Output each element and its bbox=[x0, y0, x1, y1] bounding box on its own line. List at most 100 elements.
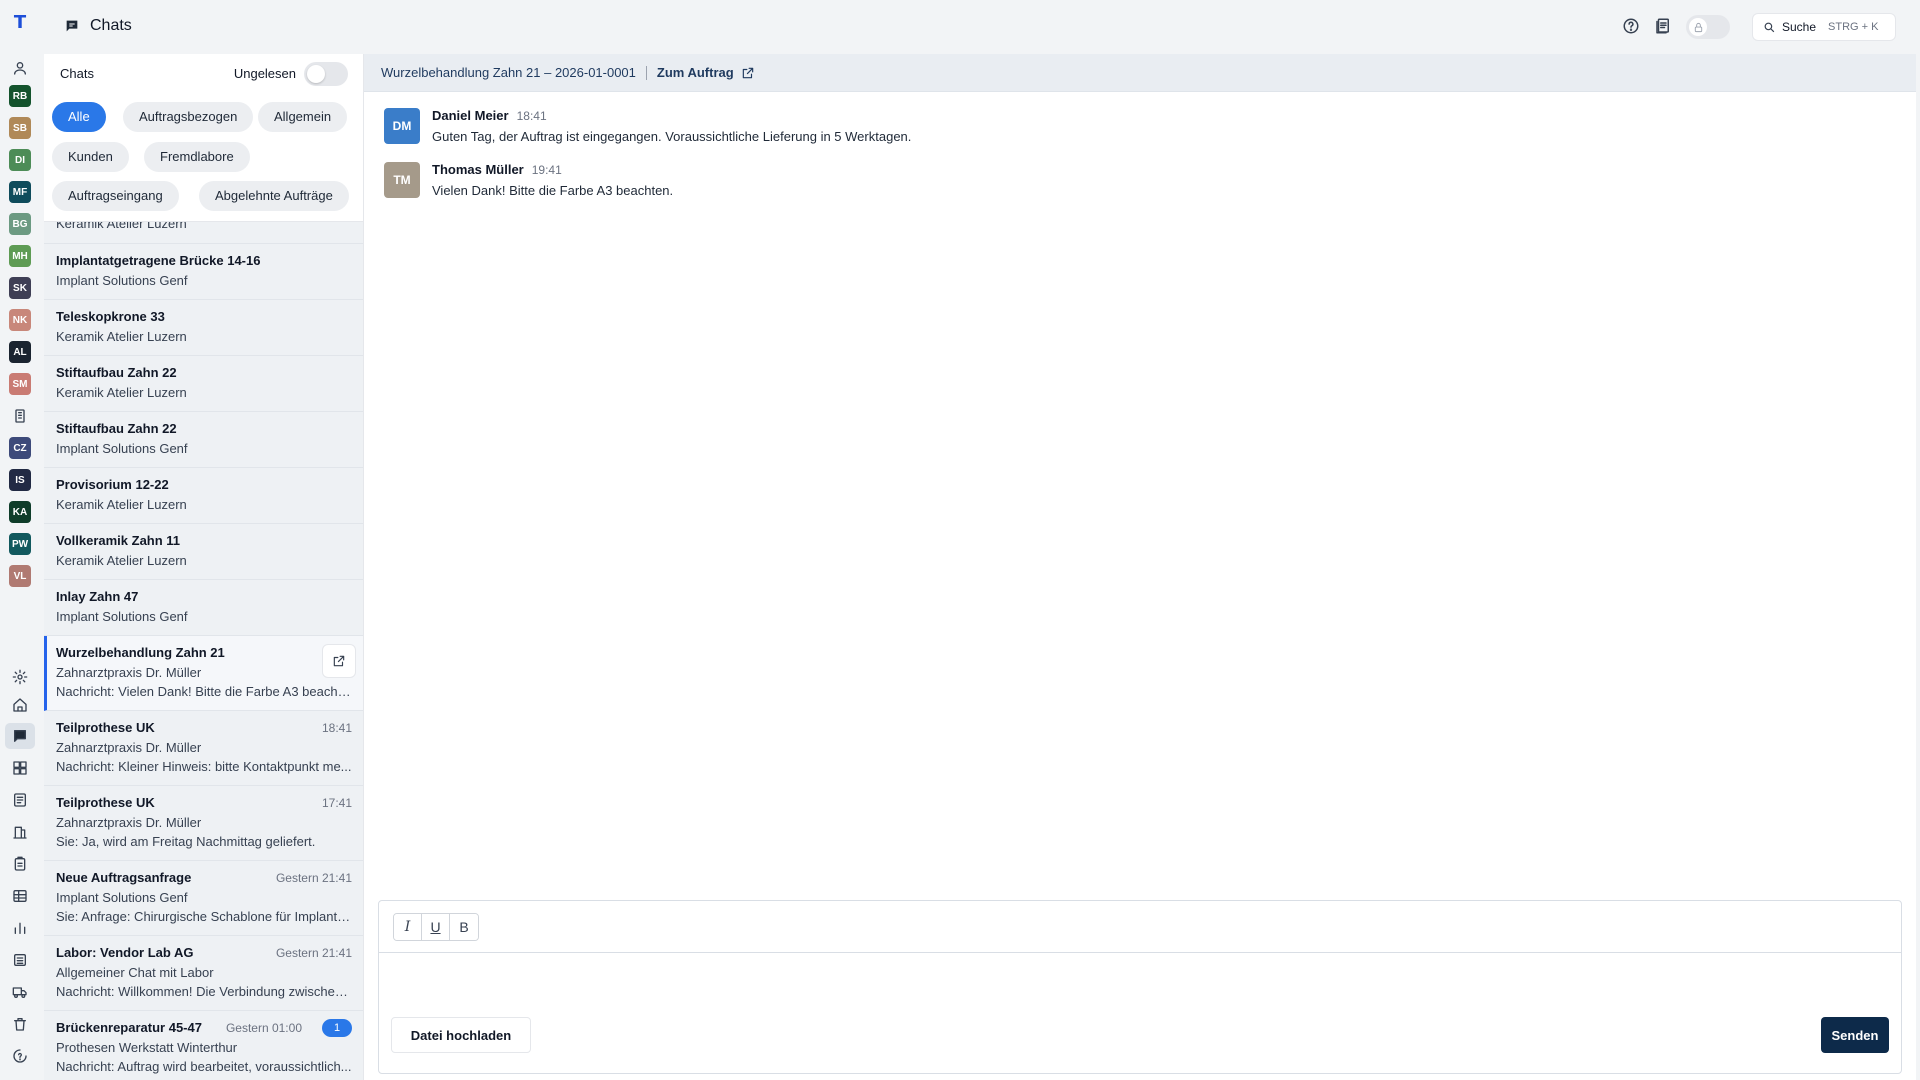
search-icon bbox=[1764, 22, 1775, 32]
avatar: TM bbox=[384, 162, 420, 198]
filter-chip-kunden[interactable]: Kunden bbox=[52, 142, 129, 172]
open-external-button[interactable] bbox=[322, 644, 356, 678]
chat-item-subtitle: Implant Solutions Genf bbox=[56, 890, 188, 905]
rail-avatar[interactable]: IS bbox=[9, 469, 31, 491]
message-composer: I U B Datei hochladen Senden bbox=[378, 900, 1902, 1074]
chat-list-simple: Implantatgetragene Brücke 14-16 Implant S… bbox=[44, 244, 363, 636]
rail-avatar[interactable]: SK bbox=[9, 277, 31, 299]
chats-nav-icon[interactable] bbox=[5, 723, 35, 749]
rail-avatar[interactable]: KA bbox=[9, 501, 31, 523]
rail-avatar[interactable]: DI bbox=[9, 149, 31, 171]
rail-avatar[interactable]: VL bbox=[9, 565, 31, 587]
chat-list-item[interactable]: Stiftaufbau Zahn 22 Keramik Atelier Luzer… bbox=[44, 356, 363, 412]
upload-file-button[interactable]: Datei hochladen bbox=[391, 1017, 531, 1053]
rail-avatar[interactable]: PW bbox=[9, 533, 31, 555]
building-icon[interactable] bbox=[9, 821, 31, 843]
help-circle-icon[interactable] bbox=[1622, 17, 1640, 38]
search-label: Suche bbox=[1782, 20, 1817, 34]
bold-button[interactable]: B bbox=[450, 914, 478, 940]
chat-item-time: Gestern 21:41 bbox=[275, 871, 352, 885]
header-actions: Suche STRG + K bbox=[1622, 13, 1896, 41]
chat-list-panel: Chats Ungelesen Alle Auftragsbezogen All… bbox=[44, 54, 364, 1080]
user-icon[interactable] bbox=[9, 57, 31, 79]
unread-toggle[interactable] bbox=[304, 62, 348, 86]
chat-list-item[interactable]: Teleskopkrone 33 Keramik Atelier Luzern bbox=[44, 300, 363, 356]
rail-avatar[interactable]: RB bbox=[9, 85, 31, 107]
message-time: 19:41 bbox=[531, 163, 562, 177]
rail-avatar[interactable]: SM bbox=[9, 373, 31, 395]
rail-avatar[interactable]: CZ bbox=[9, 437, 31, 459]
rail-avatar[interactable]: NK bbox=[9, 309, 31, 331]
chat-item-subtitle: Keramik Atelier Luzern bbox=[56, 553, 187, 568]
rail-avatar[interactable]: MH bbox=[9, 245, 31, 267]
chat-item-subtitle: Keramik Atelier Luzern bbox=[56, 222, 187, 231]
chat-list-item[interactable]: Teilprothese UK Zahnarztpraxis Dr. Müller… bbox=[44, 711, 363, 786]
order-link[interactable]: Zum Auftrag bbox=[657, 65, 755, 80]
table-icon[interactable] bbox=[9, 885, 31, 907]
chat-bubble-icon bbox=[66, 20, 78, 32]
rail-avatar[interactable]: MF bbox=[9, 181, 31, 203]
chat-list-item-selected[interactable]: Wurzelbehandlung Zahn 21 Zahnarztpraxis … bbox=[44, 636, 363, 711]
chat-list-item[interactable]: Brückenreparatur 45-47 Prothesen Werkstat… bbox=[44, 1011, 363, 1080]
lock-toggle[interactable] bbox=[1686, 15, 1730, 39]
settings-icon[interactable] bbox=[9, 666, 31, 688]
chat-list-item[interactable]: Stiftaufbau Zahn 22 Implant Solutions Gen… bbox=[44, 412, 363, 468]
list-icon[interactable] bbox=[9, 949, 31, 971]
chat-item-preview: Nachricht: Kleiner Hinweis: bitte Kontak… bbox=[56, 759, 352, 774]
chat-list-item[interactable]: Vollkeramik Zahn 11 Keramik Atelier Luzer… bbox=[44, 524, 363, 580]
chat-list-item[interactable]: Implantatgetragene Brücke 14-16 Implant S… bbox=[44, 244, 363, 300]
chat-item-time: 17:41 bbox=[321, 796, 352, 810]
app-logo[interactable]: T bbox=[10, 12, 30, 34]
rail-avatar[interactable]: AL bbox=[9, 341, 31, 363]
chat-list-item[interactable]: Inlay Zahn 47 Implant Solutions Genf bbox=[44, 580, 363, 636]
orders-icon[interactable] bbox=[9, 789, 31, 811]
chat-item-preview: Nachricht: Vielen Dank! Bitte die Farbe … bbox=[56, 684, 352, 699]
chat-item-subtitle: Implant Solutions Genf bbox=[56, 609, 188, 624]
chat-list-item[interactable]: Neue Auftragsanfrage Implant Solutions Ge… bbox=[44, 861, 363, 936]
help-icon[interactable] bbox=[9, 1045, 31, 1067]
message-time: 18:41 bbox=[516, 109, 547, 123]
filter-chip-auftragseingang[interactable]: Auftragseingang bbox=[52, 181, 179, 211]
unread-label: Ungelesen bbox=[233, 66, 296, 81]
chat-list-item[interactable]: Labor: Vendor Lab AG Allgemeiner Chat mit… bbox=[44, 936, 363, 1011]
chat-item-subtitle: Keramik Atelier Luzern bbox=[56, 329, 187, 344]
trash-icon[interactable] bbox=[9, 1013, 31, 1035]
chat-list-item[interactable]: Provisorium 12-22 Keramik Atelier Luzern bbox=[44, 468, 363, 524]
filter-chip-abgelehnte[interactable]: Abgelehnte Aufträge bbox=[199, 181, 349, 211]
chat-item-subtitle: Implant Solutions Genf bbox=[56, 273, 188, 288]
dashboard-icon[interactable] bbox=[9, 757, 31, 779]
chat-item-subtitle: Prothesen Werkstatt Winterthur bbox=[56, 1040, 238, 1055]
italic-button[interactable]: I bbox=[394, 914, 422, 940]
chart-icon[interactable] bbox=[9, 917, 31, 939]
chat-item-subtitle: Zahnarztpraxis Dr. Müller bbox=[56, 740, 202, 755]
clipboard-icon[interactable] bbox=[9, 853, 31, 875]
left-rail: T RB SB DI MF BG MH SK NK AL SM CZ IS KA PW VL bbox=[0, 0, 40, 1080]
message-author: Thomas Müller bbox=[432, 162, 524, 177]
message-text: Vielen Dank! Bitte die Farbe A3 beachten… bbox=[432, 183, 674, 198]
header-divider bbox=[645, 65, 647, 80]
page-title-wrap: Chats bbox=[64, 17, 132, 35]
rail-avatar[interactable]: SB bbox=[9, 117, 31, 139]
lock-toggle-knob bbox=[1689, 18, 1707, 36]
clinic-icon[interactable] bbox=[9, 405, 31, 427]
filter-chip-alle[interactable]: Alle bbox=[52, 102, 106, 132]
filter-chip-auftragsbezogen[interactable]: Auftragsbezogen bbox=[123, 102, 254, 132]
chat-item-title: Brückenreparatur 45-47 bbox=[56, 1020, 202, 1035]
chat-list-item[interactable]: Teilprothese UK Zahnarztpraxis Dr. Müller… bbox=[44, 786, 363, 861]
message-input[interactable] bbox=[379, 953, 1901, 1009]
document-icon[interactable] bbox=[1654, 17, 1672, 38]
search-button[interactable]: Suche STRG + K bbox=[1752, 13, 1896, 41]
send-button[interactable]: Senden bbox=[1821, 1017, 1889, 1053]
chat-item-preview: Sie: Anfrage: Chirurgische Schablone für… bbox=[56, 909, 352, 924]
home-icon[interactable] bbox=[9, 694, 31, 716]
format-button-group: I U B bbox=[393, 913, 479, 941]
rail-avatar[interactable]: BG bbox=[9, 213, 31, 235]
underline-button[interactable]: U bbox=[422, 914, 450, 940]
chat-item-title: Teilprothese UK bbox=[56, 720, 155, 735]
filter-chip-allgemein[interactable]: Allgemein bbox=[258, 102, 348, 132]
filter-chip-fremdlabore[interactable]: Fremdlabore bbox=[144, 142, 250, 172]
chat-item-title: Wurzelbehandlung Zahn 21 bbox=[56, 645, 225, 660]
chat-list-item[interactable]: Keramik Atelier Luzern bbox=[44, 222, 363, 244]
truck-icon[interactable] bbox=[9, 981, 31, 1003]
chat-item-time: Gestern 01:00 bbox=[225, 1021, 302, 1035]
